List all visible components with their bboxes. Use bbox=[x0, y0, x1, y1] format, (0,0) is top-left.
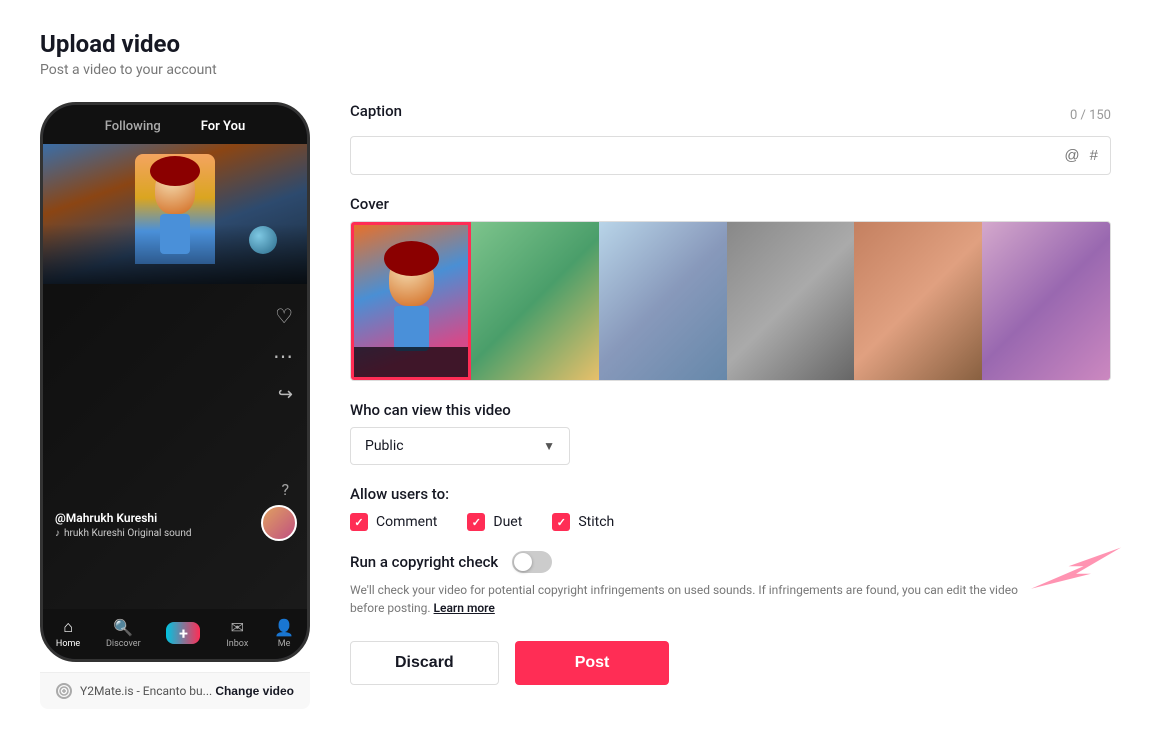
phone-sound: ♪ hrukh Kureshi Original sound bbox=[55, 528, 191, 539]
music-icon: ♪ bbox=[55, 528, 60, 539]
phone-sound-text: hrukh Kureshi Original sound bbox=[64, 528, 191, 539]
phone-nav-me[interactable]: 👤 Me bbox=[274, 618, 294, 649]
comment-checkmark: ✓ bbox=[354, 516, 363, 529]
checkboxes-row: ✓ Comment ✓ Duet ✓ Stitch bbox=[350, 513, 1111, 531]
page-title: Upload video bbox=[40, 30, 1111, 58]
stitch-checkmark: ✓ bbox=[557, 516, 566, 529]
plus-button[interactable]: + bbox=[166, 622, 200, 644]
checkbox-duet: ✓ Duet bbox=[467, 513, 522, 531]
copyright-row: Run a copyright check bbox=[350, 551, 1111, 573]
allow-users-label: Allow users to: bbox=[350, 485, 1111, 503]
discard-button[interactable]: Discard bbox=[350, 641, 499, 685]
phone-video-thumbnail bbox=[43, 144, 307, 284]
right-panel: Caption 0 / 150 @ # Cover bbox=[350, 102, 1111, 685]
video-source-label: Y2Mate.is - Encanto bu... bbox=[80, 684, 212, 698]
phone-share-icon[interactable]: ↪ bbox=[278, 384, 293, 405]
phone-top-bar: Following For You bbox=[43, 105, 307, 144]
phone-nav-home-label: Home bbox=[56, 639, 80, 649]
at-icon-button[interactable]: @ bbox=[1064, 147, 1079, 164]
checkbox-comment: ✓ Comment bbox=[350, 513, 437, 531]
caption-field-group: Caption 0 / 150 @ # bbox=[350, 102, 1111, 175]
stitch-label: Stitch bbox=[578, 514, 614, 530]
caption-input[interactable] bbox=[363, 148, 1064, 164]
phone-nav-plus[interactable]: + bbox=[166, 622, 200, 644]
phone-tab-following: Following bbox=[105, 119, 161, 134]
chevron-down-icon: ▼ bbox=[543, 439, 555, 453]
cover-label: Cover bbox=[350, 195, 1111, 213]
phone-nav-discover-label: Discover bbox=[106, 639, 141, 649]
copyright-toggle[interactable] bbox=[512, 551, 552, 573]
change-video-button[interactable]: Change video bbox=[215, 684, 294, 698]
visibility-field-group: Who can view this video Public ▼ bbox=[350, 401, 1111, 465]
phone-mockup: Following For You bbox=[40, 102, 310, 662]
cover-thumb-3[interactable] bbox=[727, 222, 855, 380]
cover-selected-frame[interactable] bbox=[351, 222, 471, 380]
learn-more-link[interactable]: Learn more bbox=[434, 601, 495, 615]
phone-question-icon: ? bbox=[281, 480, 289, 499]
phone-heart-icon[interactable]: ♡ bbox=[275, 304, 293, 328]
cover-thumb-5[interactable] bbox=[982, 222, 1110, 380]
phone-nav-inbox-label: Inbox bbox=[226, 639, 248, 649]
discover-icon: 🔍 bbox=[113, 618, 133, 637]
video-source-bar: Y2Mate.is - Encanto bu... Change video bbox=[40, 672, 310, 709]
caption-label-row: Caption 0 / 150 bbox=[350, 102, 1111, 128]
action-buttons: Discard Post bbox=[350, 641, 1111, 685]
phone-nav-inbox[interactable]: ✉ Inbox bbox=[226, 618, 248, 649]
hash-icon-button[interactable]: # bbox=[1090, 147, 1098, 164]
cover-thumb-2[interactable] bbox=[599, 222, 727, 380]
comment-label: Comment bbox=[376, 514, 437, 530]
profile-icon: 👤 bbox=[274, 618, 294, 637]
duet-checkmark: ✓ bbox=[472, 516, 481, 529]
main-layout: Following For You bbox=[40, 102, 1111, 709]
cover-thumb-4[interactable] bbox=[854, 222, 982, 380]
copyright-section: Run a copyright check We'll check your v… bbox=[350, 551, 1111, 617]
video-source-icon bbox=[56, 683, 72, 699]
inbox-icon: ✉ bbox=[231, 618, 244, 637]
phone-nav-home[interactable]: ⌂ Home bbox=[56, 617, 80, 649]
duet-checkbox[interactable]: ✓ bbox=[467, 513, 485, 531]
sphere-decoration bbox=[249, 226, 277, 254]
phone-tab-foryou: For You bbox=[201, 119, 245, 134]
page-subtitle: Post a video to your account bbox=[40, 62, 1111, 78]
phone-nav-discover[interactable]: 🔍 Discover bbox=[106, 618, 141, 649]
visibility-value: Public bbox=[365, 438, 404, 454]
duet-label: Duet bbox=[493, 514, 522, 530]
phone-mockup-container: Following For You bbox=[40, 102, 310, 709]
cover-field-group: Cover bbox=[350, 195, 1111, 381]
phone-video-area: ♡ ⋯ ↪ ? @Mahrukh Kureshi ♪ hrukh Kureshi… bbox=[43, 144, 307, 609]
allow-users-section: Allow users to: ✓ Comment ✓ Duet ✓ bbox=[350, 485, 1111, 531]
cover-thumbnails bbox=[471, 222, 1110, 380]
phone-nav-me-label: Me bbox=[278, 639, 291, 649]
arrow-annotation bbox=[1031, 545, 1121, 595]
post-button[interactable]: Post bbox=[515, 641, 670, 685]
phone-user-info: @Mahrukh Kureshi ♪ hrukh Kureshi Origina… bbox=[55, 511, 191, 539]
phone-username: @Mahrukh Kureshi bbox=[55, 511, 191, 525]
video-source-info: Y2Mate.is - Encanto bu... bbox=[56, 683, 212, 699]
visibility-label: Who can view this video bbox=[350, 401, 1111, 419]
cover-strip bbox=[350, 221, 1111, 381]
visibility-dropdown[interactable]: Public ▼ bbox=[350, 427, 570, 465]
toggle-knob bbox=[514, 553, 532, 571]
comment-checkbox[interactable]: ✓ bbox=[350, 513, 368, 531]
caption-label: Caption bbox=[350, 102, 402, 120]
copyright-label: Run a copyright check bbox=[350, 553, 498, 571]
checkbox-stitch: ✓ Stitch bbox=[552, 513, 614, 531]
phone-dots-icon[interactable]: ⋯ bbox=[273, 344, 293, 368]
caption-icons: @ # bbox=[1064, 147, 1098, 164]
caption-char-count: 0 / 150 bbox=[1070, 108, 1111, 123]
phone-video-bg: ♡ ⋯ ↪ ? @Mahrukh Kureshi ♪ hrukh Kureshi… bbox=[43, 144, 307, 609]
stitch-checkbox[interactable]: ✓ bbox=[552, 513, 570, 531]
copyright-description: We'll check your video for potential cop… bbox=[350, 581, 1030, 617]
phone-avatar bbox=[261, 505, 297, 541]
cover-thumb-1[interactable] bbox=[471, 222, 599, 380]
home-icon: ⌂ bbox=[63, 617, 73, 637]
phone-bottom-nav: ⌂ Home 🔍 Discover + ✉ Inbox 👤 Me bbox=[43, 609, 307, 659]
cover-selected-bar bbox=[354, 347, 468, 377]
caption-input-wrapper: @ # bbox=[350, 136, 1111, 175]
